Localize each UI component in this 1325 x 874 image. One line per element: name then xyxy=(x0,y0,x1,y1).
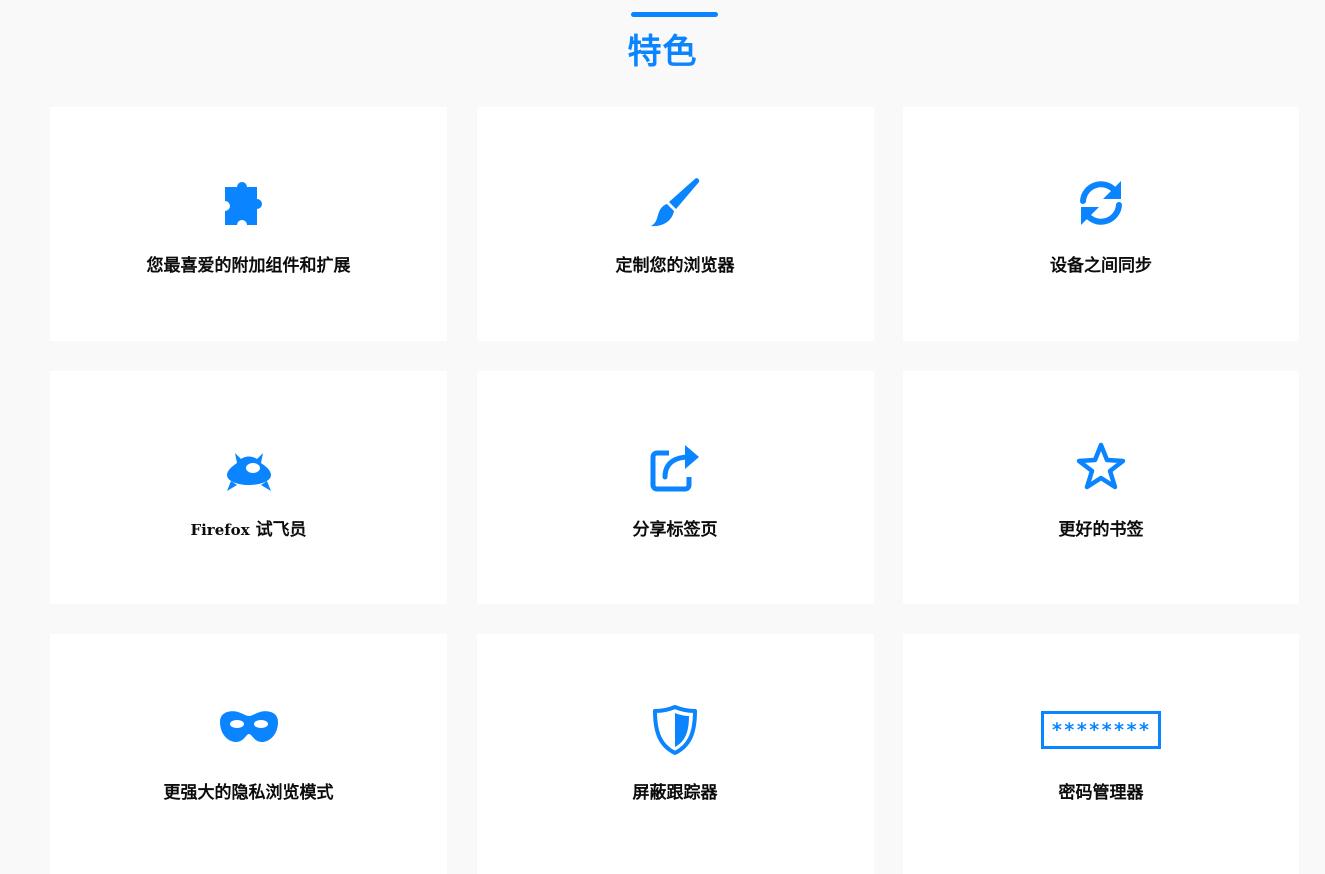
feature-card-customize[interactable]: 定制您的浏览器 xyxy=(476,107,874,341)
shield-icon xyxy=(477,704,874,756)
sync-icon xyxy=(903,177,1299,229)
feature-card-private-browsing[interactable]: 更强大的隐私浏览模式 xyxy=(50,634,447,874)
brand-name: Firefox xyxy=(190,521,250,539)
section-title: 特色 xyxy=(627,32,698,72)
feature-label-text: 试飞员 xyxy=(255,520,307,540)
feature-label: 设备之间同步 xyxy=(1050,256,1152,276)
feature-label: 屏蔽跟踪器 xyxy=(632,783,718,803)
share-icon xyxy=(477,441,874,493)
feature-card-bookmarks[interactable]: 更好的书签 xyxy=(903,371,1299,604)
ufo-icon xyxy=(50,441,447,493)
section-accent-bar xyxy=(631,12,718,17)
feature-card-password-manager[interactable]: ******** 密码管理器 xyxy=(903,634,1299,874)
feature-card-tracking-protection[interactable]: 屏蔽跟踪器 xyxy=(476,634,874,874)
feature-label: Firefox 试飞员 xyxy=(50,518,447,542)
feature-label: 密码管理器 xyxy=(1058,783,1144,803)
password-icon: ******** xyxy=(903,704,1299,756)
feature-label: 您最喜爱的附加组件和扩展 xyxy=(146,256,351,276)
feature-card-test-pilot[interactable]: Firefox 试飞员 xyxy=(50,371,447,604)
features-grid: 您最喜爱的附加组件和扩展 定制您的浏览器 设备之间同步 Firefox 试飞员 … xyxy=(50,107,1299,874)
feature-card-sync[interactable]: 设备之间同步 xyxy=(903,107,1299,341)
mask-icon xyxy=(50,704,447,756)
puzzle-icon xyxy=(50,177,447,229)
star-icon xyxy=(903,441,1299,493)
feature-card-share[interactable]: 分享标签页 xyxy=(476,371,874,604)
password-mask-text: ******** xyxy=(1041,711,1161,749)
feature-label: 分享标签页 xyxy=(632,520,718,540)
feature-label: 定制您的浏览器 xyxy=(615,256,735,276)
paintbrush-icon xyxy=(477,177,874,229)
feature-card-addons[interactable]: 您最喜爱的附加组件和扩展 xyxy=(50,107,447,341)
feature-label: 更好的书签 xyxy=(1058,520,1144,540)
feature-label: 更强大的隐私浏览模式 xyxy=(163,783,334,803)
